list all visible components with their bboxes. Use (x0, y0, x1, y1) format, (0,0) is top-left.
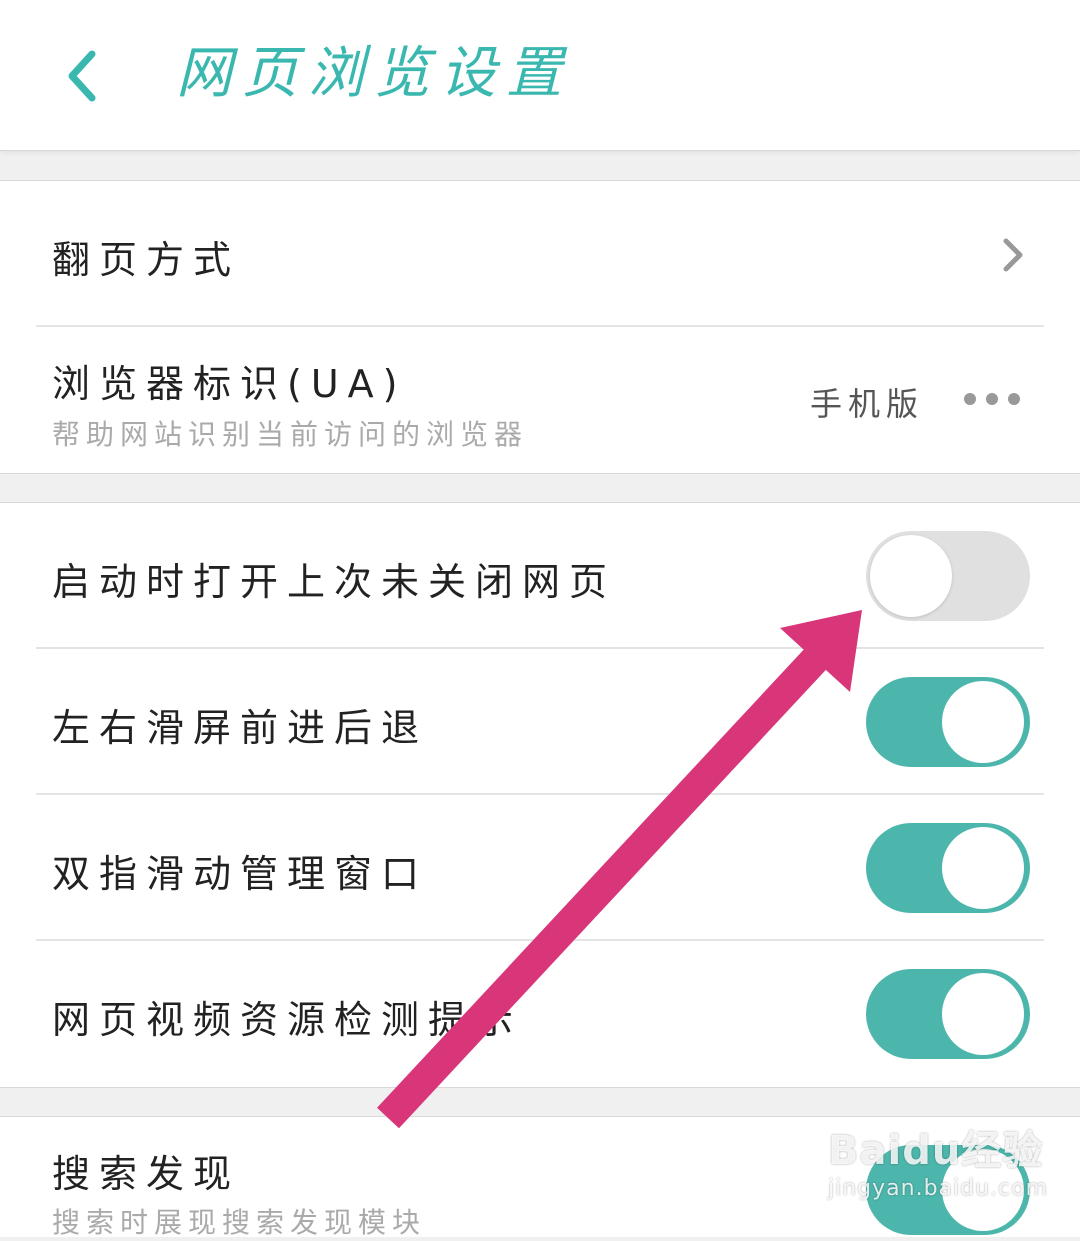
search-discovery-label: 搜索发现 (52, 1152, 241, 1196)
swipe-navigation-label: 左右滑屏前进后退 (52, 706, 429, 750)
row-page-mode[interactable]: 翻页方式 (0, 181, 1080, 327)
page-mode-label: 翻页方式 (52, 238, 241, 282)
header-bar: 网页浏览设置 (0, 0, 1080, 151)
two-finger-label: 双指滑动管理窗口 (52, 852, 429, 896)
page-title: 网页浏览设置 (176, 41, 572, 106)
settings-group-general: 翻页方式 浏览器标识(UA) 帮助网站识别当前访问的浏览器 手机版 (0, 180, 1080, 474)
restore-tabs-toggle[interactable] (866, 531, 1030, 621)
toggle-knob (942, 827, 1024, 909)
row-restore-tabs: 启动时打开上次未关闭网页 (0, 503, 1080, 649)
ua-value: 手机版 (809, 385, 924, 423)
toggle-knob (942, 681, 1024, 763)
two-finger-toggle[interactable] (866, 823, 1030, 913)
ua-sublabel: 帮助网站识别当前访问的浏览器 (52, 418, 529, 451)
toggle-knob (870, 535, 952, 617)
swipe-navigation-toggle[interactable] (866, 677, 1030, 767)
ua-label: 浏览器标识(UA) (52, 362, 407, 406)
video-detection-toggle[interactable] (866, 969, 1030, 1059)
back-button[interactable] (56, 38, 116, 114)
row-swipe-navigation: 左右滑屏前进后退 (0, 649, 1080, 795)
baidu-watermark: Baidu经验 jingyan.baidu.com (828, 1118, 1068, 1208)
watermark-logo: Baidu经验 (828, 1128, 1044, 1174)
search-discovery-sublabel: 搜索时展现搜索发现模块 (52, 1206, 427, 1239)
chevron-right-icon (1003, 238, 1023, 272)
row-user-agent[interactable]: 浏览器标识(UA) 帮助网站识别当前访问的浏览器 手机版 (0, 327, 1080, 473)
settings-group-toggles: 启动时打开上次未关闭网页 左右滑屏前进后退 双指滑动管理窗口 网页视频资源检测提… (0, 502, 1080, 1088)
chevron-left-icon (68, 50, 96, 102)
watermark-url: jingyan.baidu.com (828, 1176, 1049, 1201)
video-detection-label: 网页视频资源检测提示 (52, 998, 523, 1042)
restore-tabs-label: 启动时打开上次未关闭网页 (52, 560, 617, 604)
toggle-knob (942, 973, 1024, 1055)
more-dots-icon[interactable] (962, 391, 1022, 407)
row-two-finger-windows: 双指滑动管理窗口 (0, 795, 1080, 941)
row-video-detection: 网页视频资源检测提示 (0, 941, 1080, 1087)
